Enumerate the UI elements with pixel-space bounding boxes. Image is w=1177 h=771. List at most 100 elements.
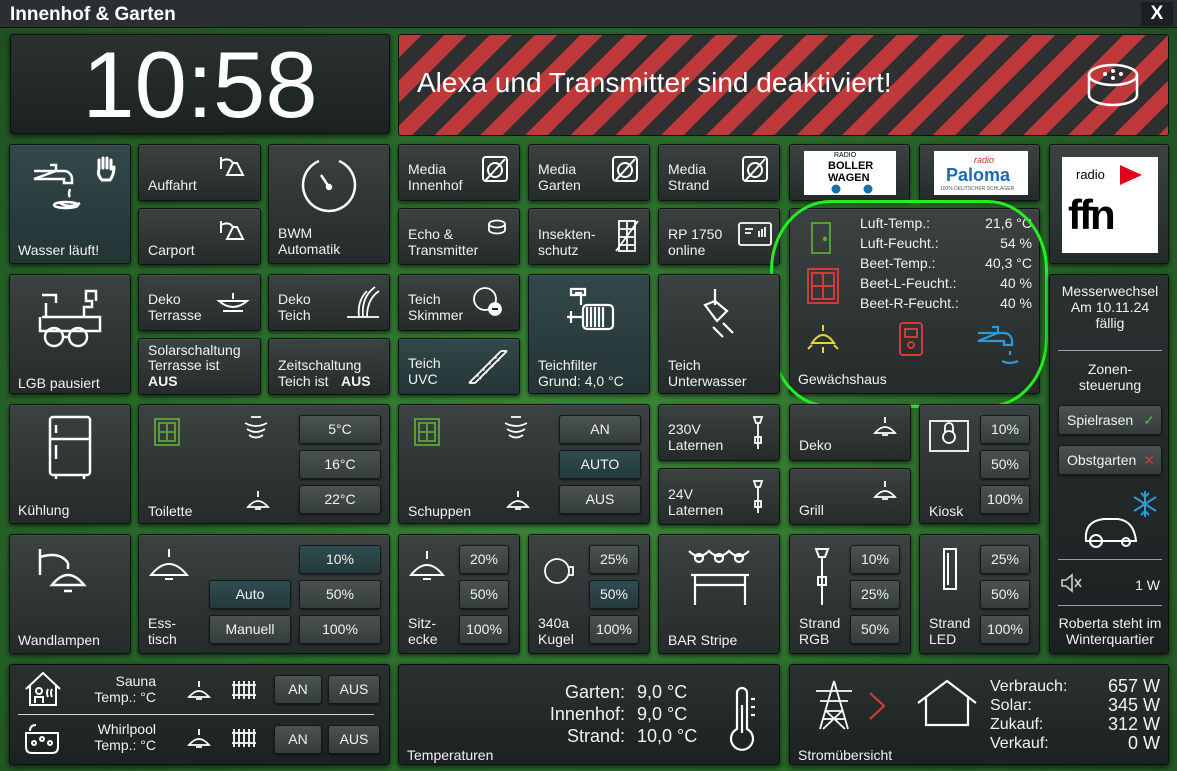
esstisch-manuell-button[interactable]: Manuell bbox=[209, 615, 291, 644]
uvc-label: Teich bbox=[408, 355, 441, 371]
toilette-22c-button[interactable]: 22°C bbox=[299, 485, 381, 514]
kugel-100-button[interactable]: 100% bbox=[589, 615, 639, 644]
kugel-50-button[interactable]: 50% bbox=[589, 580, 639, 609]
toilette-5c-button[interactable]: 5°C bbox=[299, 415, 381, 444]
esstisch-10-button[interactable]: 10% bbox=[299, 545, 381, 574]
divider bbox=[1058, 605, 1162, 606]
strand-rgb-tile[interactable]: Strand RGB 10% 25% 50% bbox=[789, 534, 911, 654]
kugel-25-button[interactable]: 25% bbox=[589, 545, 639, 574]
strand-led-50-button[interactable]: 50% bbox=[980, 580, 1030, 609]
beet-temp-label: Beet-Temp.: bbox=[860, 255, 936, 271]
strand-led-tile[interactable]: Strand LED 25% 50% 100% bbox=[919, 534, 1040, 654]
sauna-an-button[interactable]: AN bbox=[274, 675, 322, 704]
echo-tile[interactable]: Echo & Transmitter bbox=[398, 208, 520, 265]
schuppen-auto-button[interactable]: AUTO bbox=[559, 450, 641, 479]
bar-stripe-tile[interactable]: BAR Stripe bbox=[658, 534, 780, 654]
unterwasser-label: Teich bbox=[668, 357, 701, 373]
sauna-house-icon bbox=[24, 671, 62, 712]
paloma-logo-name: Paloma bbox=[946, 165, 1011, 185]
strand-led-25-button[interactable]: 25% bbox=[980, 545, 1030, 574]
deko-tile[interactable]: Deko bbox=[789, 404, 911, 461]
esstisch-tile[interactable]: Ess- tisch Auto Manuell 10% 50% 100% bbox=[138, 534, 390, 654]
speaker-off-icon bbox=[741, 155, 769, 188]
teich-skimmer-tile[interactable]: Teich Skimmer bbox=[398, 274, 520, 331]
media-innenhof-tile[interactable]: Media Innenhof bbox=[398, 144, 520, 201]
messer-due: fällig bbox=[1095, 315, 1125, 331]
kiosk-50-button[interactable]: 50% bbox=[980, 450, 1030, 479]
beet-l-feucht-value: 40 % bbox=[1000, 275, 1032, 291]
strand-rgb-10-button[interactable]: 10% bbox=[850, 545, 900, 574]
echo-sub: Transmitter bbox=[408, 242, 479, 258]
esstisch-50-button[interactable]: 50% bbox=[299, 580, 381, 609]
speaker-muted-icon bbox=[1060, 573, 1082, 598]
ceiling-lamp-icon bbox=[407, 549, 447, 588]
bwm-tile[interactable]: BWM Automatik bbox=[268, 144, 390, 264]
teich-uvc-tile[interactable]: Teich UVC bbox=[398, 338, 520, 395]
carport-label: Carport bbox=[148, 242, 195, 258]
deko-teich-tile[interactable]: Deko Teich bbox=[268, 274, 390, 331]
whirlpool-an-button[interactable]: AN bbox=[274, 725, 322, 754]
solar-value: 345 W bbox=[1107, 695, 1160, 715]
bar-label: BAR Stripe bbox=[668, 632, 738, 648]
kiosk-100-button[interactable]: 100% bbox=[980, 485, 1030, 514]
close-button[interactable]: X bbox=[1141, 2, 1173, 26]
sitzecke-20-button[interactable]: 20% bbox=[459, 545, 509, 574]
whirlpool-aus-button[interactable]: AUS bbox=[328, 725, 380, 754]
insect-screen-off-icon bbox=[615, 219, 639, 258]
gewaechshaus-tile[interactable]: Luft-Temp.: 21,6 °C Luft-Feucht.: 54 % B… bbox=[789, 208, 1040, 394]
repeater-icon bbox=[737, 219, 773, 252]
bwm-mode: Automatik bbox=[278, 241, 341, 257]
media-garten-tile[interactable]: Media Garten bbox=[528, 144, 650, 201]
string-lights-table-icon bbox=[685, 545, 755, 614]
zeitschaltung-tile[interactable]: Zeitschaltung Teich ist AUS bbox=[268, 338, 390, 395]
strand-led-100-button[interactable]: 100% bbox=[980, 615, 1030, 644]
kiosk-tile[interactable]: Kiosk 10% 50% 100% bbox=[919, 404, 1040, 524]
radio-bollerwagen-tile[interactable]: RADIO BOLLER WAGEN bbox=[789, 144, 910, 201]
schuppen-aus-button[interactable]: AUS bbox=[559, 485, 641, 514]
esstisch-100-button[interactable]: 100% bbox=[299, 615, 381, 644]
esstisch-auto-button[interactable]: Auto bbox=[209, 580, 291, 609]
banner-message: Alexa und Transmitter sind deaktiviert! bbox=[417, 67, 892, 98]
alexa-banner: Alexa und Transmitter sind deaktiviert! bbox=[398, 34, 1169, 136]
solarschaltung-tile[interactable]: Solarschaltung Terrasse ist AUS bbox=[138, 338, 261, 395]
zonen-label: Zonen- bbox=[1087, 361, 1133, 377]
laternen-230v-tile[interactable]: 230V Laternen bbox=[658, 404, 780, 461]
toilette-16c-button[interactable]: 16°C bbox=[299, 450, 381, 479]
uv-lamp-icon bbox=[465, 347, 509, 392]
schuppen-an-button[interactable]: AN bbox=[559, 415, 641, 444]
lgb-tile[interactable]: LGB pausiert bbox=[9, 274, 131, 394]
deko-terrasse-tile[interactable]: Deko Terrasse bbox=[138, 274, 261, 331]
radio-paloma-tile[interactable]: radio Paloma 100% DEUTSCHER SCHLAGER bbox=[919, 144, 1040, 201]
sitzecke-tile[interactable]: Sitz- ecke 20% 50% 100% bbox=[398, 534, 520, 654]
teichfilter-tile[interactable]: Teichfilter Grund: 4,0 °C bbox=[528, 274, 650, 394]
sitzecke-100-button[interactable]: 100% bbox=[459, 615, 509, 644]
wandlampen-tile[interactable]: Wandlampen bbox=[9, 534, 131, 654]
rp1750-tile[interactable]: RP 1750 online bbox=[658, 208, 780, 265]
kiosk-10-button[interactable]: 10% bbox=[980, 415, 1030, 444]
skimmer-label: Teich bbox=[408, 291, 441, 307]
sauna-whirlpool-panel: Sauna Temp.: °C AN AUS Whirlpool Temp.: … bbox=[9, 664, 390, 765]
toilette-tile[interactable]: Toilette 5°C 16°C 22°C bbox=[138, 404, 390, 524]
schuppen-tile[interactable]: Schuppen AN AUTO AUS bbox=[398, 404, 650, 524]
whirlpool-icon bbox=[22, 721, 62, 762]
insektenschutz-tile[interactable]: Insekten- schutz bbox=[528, 208, 650, 265]
laternen-24v-tile[interactable]: 24V Laternen bbox=[658, 468, 780, 525]
carport-tile[interactable]: Carport bbox=[138, 208, 261, 265]
strand-rgb-50-button[interactable]: 50% bbox=[850, 615, 900, 644]
sauna-aus-button[interactable]: AUS bbox=[328, 675, 380, 704]
wasser-tile[interactable]: Wasser läuft! bbox=[9, 144, 131, 264]
spielrasen-button[interactable]: Spielrasen ✓ bbox=[1058, 405, 1162, 435]
auffahrt-tile[interactable]: Auffahrt bbox=[138, 144, 261, 201]
teich-unterwasser-tile[interactable]: Teich Unterwasser bbox=[658, 274, 780, 394]
grill-tile[interactable]: Grill bbox=[789, 468, 911, 525]
media-strand-sub: Strand bbox=[668, 177, 710, 193]
bollerwagen-logo-line2: WAGEN bbox=[828, 172, 870, 184]
heater-icon bbox=[230, 677, 258, 708]
kuehlung-tile[interactable]: Kühlung bbox=[9, 404, 131, 524]
radio-ffn-tile[interactable]: radio ffn bbox=[1049, 144, 1169, 264]
sitzecke-50-button[interactable]: 50% bbox=[459, 580, 509, 609]
obstgarten-button[interactable]: Obstgarten ✕ bbox=[1058, 445, 1162, 475]
media-strand-tile[interactable]: Media Strand bbox=[658, 144, 780, 201]
strand-rgb-25-button[interactable]: 25% bbox=[850, 580, 900, 609]
kugel-tile[interactable]: 340a Kugel 25% 50% 100% bbox=[528, 534, 650, 654]
